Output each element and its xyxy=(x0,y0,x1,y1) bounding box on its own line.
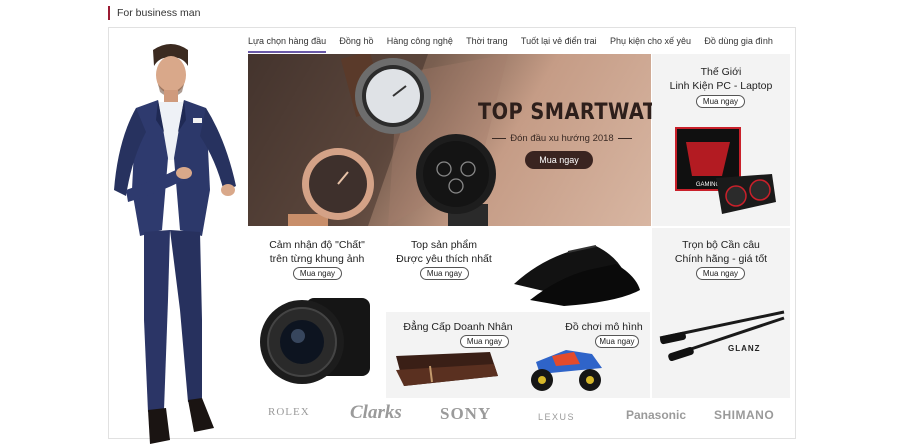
section-title: For business man xyxy=(108,6,200,20)
tab-top-picks[interactable]: Lựa chọn hàng đầu xyxy=(248,32,327,53)
clarks-logo[interactable]: Clarks xyxy=(350,402,402,424)
sony-logo[interactable]: SONY xyxy=(440,404,491,424)
category-tabs: Lựa chọn hàng đầu Đồng hồ Hàng công nghệ… xyxy=(248,30,793,53)
pc-buy-button[interactable]: Mua ngay xyxy=(696,95,745,108)
camera-card-title-2: trên từng khung ảnh xyxy=(269,253,365,265)
brand-logo-strip: ROLEX Clarks SONY LEXUS Panasonic SHIMAN… xyxy=(250,402,790,432)
lexus-logo[interactable]: LEXUS xyxy=(538,412,575,422)
fishing-buy-button[interactable]: Mua ngay xyxy=(696,267,745,280)
fishing-card-title-1: Trọn bộ Cần câu xyxy=(682,239,760,251)
tab-fashion[interactable]: Thời trang xyxy=(466,32,507,50)
shoes-card-title-1: Top sản phẩm xyxy=(411,239,477,251)
fishing-rod-image xyxy=(659,310,785,362)
tab-car-accessories[interactable]: Phụ kiện cho xế yêu xyxy=(610,32,691,50)
graphics-card-image: GAMING xyxy=(675,127,776,214)
hero-buy-button[interactable]: Mua ngay xyxy=(525,151,593,169)
camera-buy-button[interactable]: Mua ngay xyxy=(293,267,342,280)
shimano-logo[interactable]: SHIMANO xyxy=(714,408,774,422)
camera-lens-image xyxy=(260,298,370,384)
tab-watches[interactable]: Đồng hồ xyxy=(339,32,373,50)
camera-card-title-1: Cảm nhận độ "Chất" xyxy=(269,239,365,251)
hero-subtitle: Đón đầu xu hướng 2018 xyxy=(478,133,646,144)
shoes-buy-button[interactable]: Mua ngay xyxy=(420,267,469,280)
leather-shoes-image xyxy=(514,245,640,306)
gpu-box-label: GAMING xyxy=(696,182,721,188)
toys-card-title: Đồ chơi mô hình xyxy=(565,321,643,333)
wallet-card-title: Đẳng Cấp Doanh Nhân xyxy=(403,321,513,333)
tab-grooming[interactable]: Tuốt lại vẻ điển trai xyxy=(521,32,597,50)
rc-truck-image xyxy=(531,350,602,391)
panasonic-logo[interactable]: Panasonic xyxy=(626,408,686,422)
tab-tech[interactable]: Hàng công nghệ xyxy=(387,32,453,50)
leather-wallet-image xyxy=(396,352,498,386)
fishing-card-title-2: Chính hãng - giá tốt xyxy=(674,253,768,265)
glanz-brand-label: GLANZ xyxy=(728,344,761,353)
tab-household[interactable]: Đồ dùng gia đình xyxy=(704,32,773,50)
shoes-card-title-2: Được yêu thích nhất xyxy=(396,253,492,265)
businessman-model-image xyxy=(114,44,236,444)
rolex-logo[interactable]: ROLEX xyxy=(268,406,310,418)
pc-card-title-2: Linh Kiện PC - Laptop xyxy=(669,80,773,92)
pc-card-title-1: Thế Giới xyxy=(700,66,742,78)
